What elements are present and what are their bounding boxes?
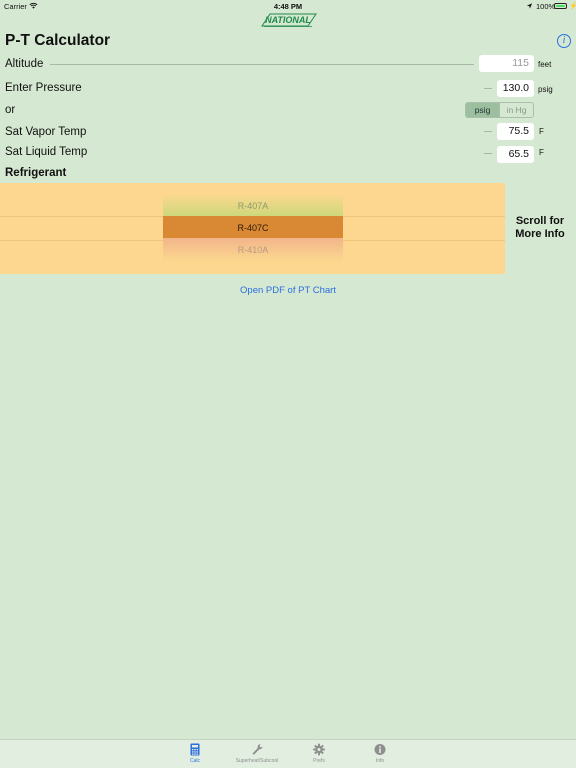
altitude-field[interactable]: 115 — [479, 55, 534, 72]
pressure-label: Enter Pressure — [5, 82, 82, 94]
tab-calc[interactable]: Calc — [170, 743, 220, 764]
tab-bar: Calc Superheat/Subcool Prefs Info — [0, 739, 576, 768]
liquid-temp-unit: F — [539, 148, 544, 157]
liquid-temp-decrement[interactable] — [484, 153, 492, 154]
status-time: 4:48 PM — [273, 2, 303, 11]
battery-percent: 100% — [536, 2, 556, 11]
calculator-icon — [190, 743, 200, 756]
or-label: or — [5, 104, 16, 116]
gear-icon — [313, 743, 325, 756]
toggle-in-hg[interactable]: in Hg — [499, 103, 533, 117]
page-title: P-T Calculator — [5, 32, 111, 49]
scroll-hint: Scroll for More Info — [515, 215, 565, 240]
toggle-psig[interactable]: psig — [466, 103, 499, 117]
wrench-icon — [252, 744, 263, 755]
tab-label: Info — [375, 758, 385, 764]
logo-text: NATIONAL — [265, 15, 311, 25]
tab-info[interactable]: Info — [355, 743, 405, 764]
location-arrow-icon — [526, 3, 533, 9]
battery-icon — [554, 3, 567, 9]
tab-prefs[interactable]: Prefs — [294, 743, 344, 764]
liquid-temp-label: Sat Liquid Temp — [5, 146, 88, 158]
vapor-temp-unit: F — [539, 127, 544, 136]
liquid-temp-field[interactable]: 65.5 — [497, 146, 534, 163]
info-icon — [374, 744, 386, 755]
vapor-temp-field[interactable]: 75.5 — [497, 123, 534, 140]
tab-label: Prefs — [313, 758, 325, 764]
picker-option[interactable]: R-407A — [163, 194, 343, 218]
picker-option-selected[interactable]: R-407C — [163, 216, 343, 240]
national-logo: NATIONAL — [261, 13, 317, 27]
vapor-temp-label: Sat Vapor Temp — [5, 126, 87, 138]
pressure-unit-toggle[interactable]: psig in Hg — [465, 102, 534, 118]
altitude-label: Altitude — [5, 58, 44, 70]
picker-option[interactable]: R-410A — [163, 238, 343, 262]
tab-label: Superheat/Subcool — [235, 758, 279, 764]
refrigerant-label: Refrigerant — [5, 167, 67, 179]
pressure-unit: psig — [538, 85, 553, 94]
tab-superheat-subcool[interactable]: Superheat/Subcool — [232, 743, 282, 764]
vapor-temp-decrement[interactable] — [484, 131, 492, 132]
altitude-unit: feet — [538, 60, 552, 69]
pdf-link[interactable]: Open PDF of PT Chart — [0, 285, 576, 296]
pressure-decrement[interactable] — [484, 88, 492, 89]
status-bar: Carrier 4:48 PM 100% ⚡ — [0, 0, 576, 12]
info-button[interactable]: i — [557, 34, 571, 48]
refrigerant-wheel[interactable]: R-407A R-407C R-410A — [163, 183, 343, 274]
altitude-slider[interactable] — [50, 64, 474, 65]
tab-label: Calc — [189, 758, 200, 764]
pressure-field[interactable]: 130.0 — [497, 80, 534, 97]
info-icon: i — [562, 35, 566, 46]
charging-bolt-icon: ⚡ — [569, 3, 576, 10]
